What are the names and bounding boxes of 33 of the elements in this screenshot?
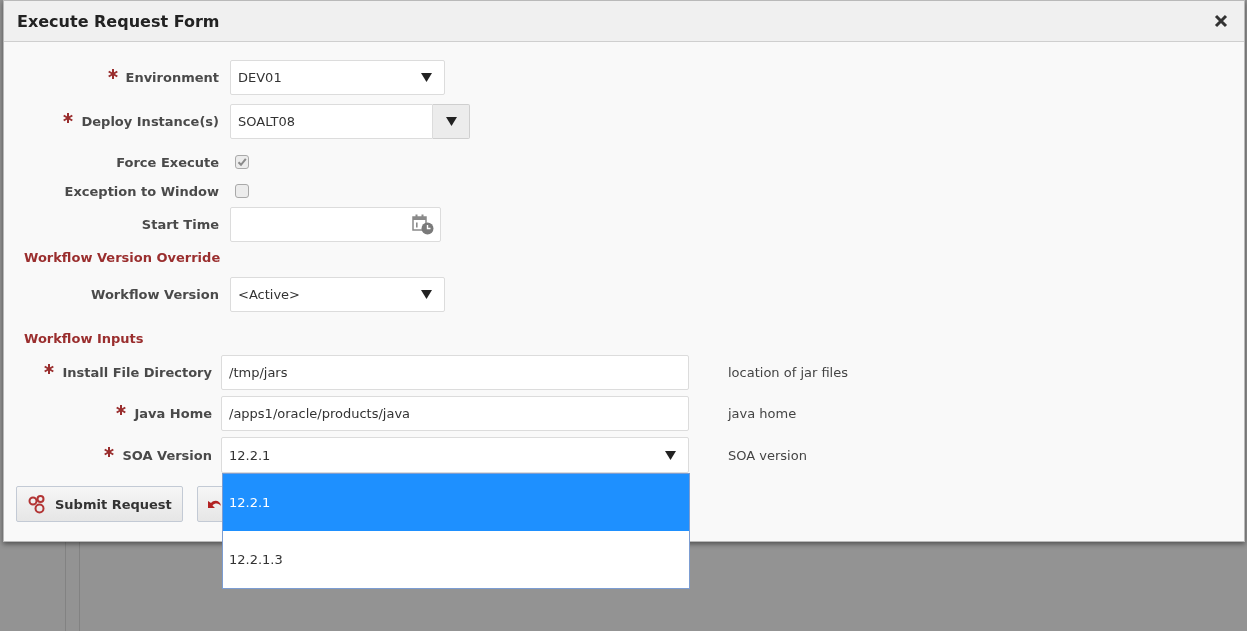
dropdown-button[interactable] [433,104,470,139]
section-heading: Workflow Inputs [23,330,144,348]
caret-down-icon [421,290,432,299]
field-label: Java Home [134,406,212,421]
field-label: Start Time [141,217,219,232]
caret-down-icon [445,117,457,126]
calendar-clock-icon[interactable] [412,214,434,235]
checkbox[interactable] [235,184,249,198]
input-field[interactable]: SOALT08 [230,104,433,139]
field-label: SOA Version [122,447,212,463]
field-label: Install File Directory [62,365,212,380]
input-field[interactable]: /apps1/oracle/products/java [221,396,689,431]
field-label: Exception to Window [64,183,219,199]
help-text: java home [728,406,797,421]
help-text: SOA version [728,447,807,463]
caret-down-icon [421,73,432,82]
date-time-field[interactable] [230,207,441,242]
dropdown-field[interactable]: DEV01 [230,60,445,95]
checkbox[interactable] [235,155,249,169]
dropdown-field[interactable]: 12.2.1 [221,437,689,473]
rings-icon [28,494,46,514]
input-field[interactable]: /tmp/jars [221,355,689,390]
section-heading: Workflow Version Override [23,249,221,267]
dialog-title: Execute Request Form [17,11,220,31]
field-label: Deploy Instance(s) [81,114,219,129]
submit-button[interactable]: Submit Request [16,486,183,522]
field-label: Force Execute [116,154,219,170]
close-icon[interactable] [1214,14,1228,28]
dropdown-field[interactable]: <Active> [230,277,445,312]
help-text: location of jar files [728,365,848,380]
field-label: Environment [125,70,219,85]
caret-down-icon [665,450,676,460]
field-label: Workflow Version [91,287,219,302]
